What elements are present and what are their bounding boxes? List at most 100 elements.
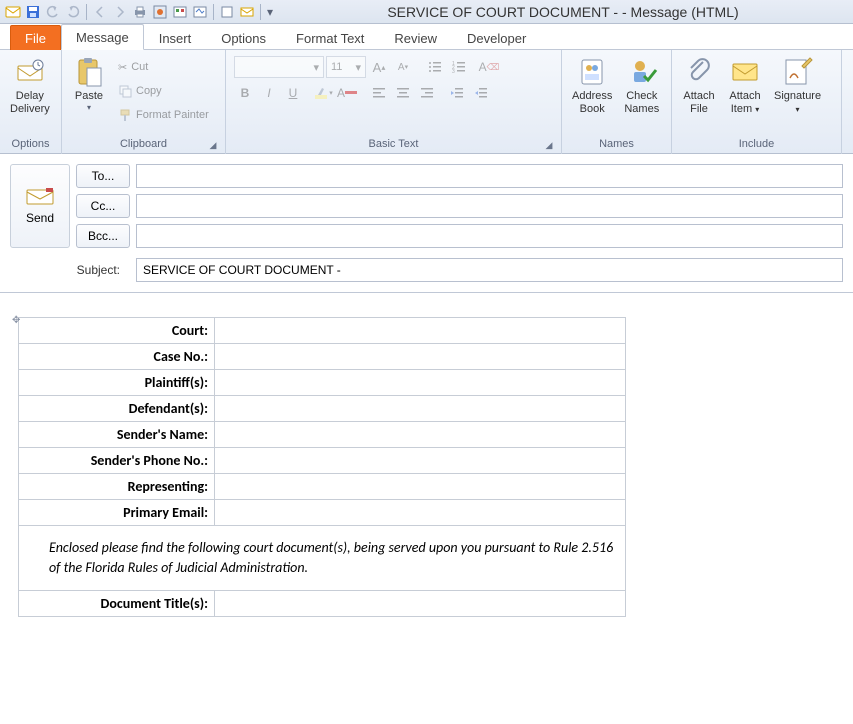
- row-value[interactable]: [215, 591, 626, 617]
- font-name-combo[interactable]: ▾: [234, 56, 324, 78]
- attach-file-icon: [683, 56, 715, 88]
- row-label[interactable]: Plaintiff(s):: [19, 370, 215, 396]
- group-label-options: Options: [6, 136, 55, 152]
- tab-review[interactable]: Review: [379, 25, 452, 50]
- shrink-font-icon[interactable]: A▾: [392, 56, 414, 78]
- subject-field[interactable]: [136, 258, 843, 282]
- row-value[interactable]: [215, 318, 626, 344]
- address-book-icon: [576, 56, 608, 88]
- attach-file-button[interactable]: Attach File: [678, 54, 720, 118]
- bcc-field[interactable]: [136, 224, 843, 248]
- qat-icon-e[interactable]: [238, 3, 256, 21]
- align-left-icon[interactable]: [368, 82, 390, 104]
- delay-delivery-label: Delay Delivery: [10, 90, 50, 116]
- signature-label: Signature▾: [774, 90, 821, 116]
- increase-indent-icon[interactable]: [470, 82, 492, 104]
- grow-font-icon[interactable]: A▴: [368, 56, 390, 78]
- row-label[interactable]: Case No.:: [19, 344, 215, 370]
- qat-icon-b[interactable]: [171, 3, 189, 21]
- tab-format-text[interactable]: Format Text: [281, 25, 379, 50]
- row-value[interactable]: [215, 448, 626, 474]
- decrease-indent-icon[interactable]: [446, 82, 468, 104]
- svg-text:3: 3: [452, 69, 455, 75]
- table-row: Case No.:: [19, 344, 626, 370]
- tab-developer[interactable]: Developer: [452, 25, 541, 50]
- row-label[interactable]: Sender's Phone No.:: [19, 448, 215, 474]
- previous-icon[interactable]: [91, 3, 109, 21]
- document-table[interactable]: Court: Case No.: Plaintiff(s): Defendant…: [18, 317, 626, 617]
- message-body[interactable]: ✥ Court: Case No.: Plaintiff(s): Defenda…: [0, 292, 853, 652]
- row-label[interactable]: Court:: [19, 318, 215, 344]
- cut-icon: ✂: [118, 61, 127, 74]
- align-right-icon[interactable]: [416, 82, 438, 104]
- tab-insert[interactable]: Insert: [144, 25, 207, 50]
- format-painter-icon: [118, 108, 132, 122]
- check-names-button[interactable]: Check Names: [620, 54, 663, 118]
- basic-text-launcher-icon[interactable]: ◢: [543, 140, 555, 152]
- table-row: Sender's Phone No.:: [19, 448, 626, 474]
- save-icon[interactable]: [24, 3, 42, 21]
- cc-button[interactable]: Cc...: [76, 194, 130, 218]
- underline-icon[interactable]: U: [282, 82, 304, 104]
- row-label[interactable]: Sender's Name:: [19, 422, 215, 448]
- row-value[interactable]: [215, 422, 626, 448]
- separator: [260, 4, 261, 20]
- print-icon[interactable]: [131, 3, 149, 21]
- paste-button[interactable]: Paste ▾: [68, 54, 110, 114]
- delay-delivery-button[interactable]: Delay Delivery: [6, 54, 54, 118]
- to-button[interactable]: To...: [76, 164, 130, 188]
- attach-item-icon: [729, 56, 761, 88]
- row-value[interactable]: [215, 344, 626, 370]
- row-label[interactable]: Representing:: [19, 474, 215, 500]
- row-value[interactable]: [215, 474, 626, 500]
- clear-formatting-icon[interactable]: A⌫: [478, 56, 500, 78]
- bullets-icon[interactable]: [424, 56, 446, 78]
- attach-item-button[interactable]: Attach Item ▾: [724, 54, 766, 118]
- send-label: Send: [26, 211, 54, 225]
- customize-qat-icon[interactable]: ▾: [265, 3, 275, 21]
- signature-button[interactable]: Signature▾: [770, 54, 825, 118]
- tab-file[interactable]: File: [10, 25, 61, 50]
- font-color-icon[interactable]: A: [336, 82, 358, 104]
- group-label-include: Include: [678, 136, 835, 152]
- separator: [86, 4, 87, 20]
- copy-button[interactable]: Copy: [114, 80, 213, 102]
- cc-field[interactable]: [136, 194, 843, 218]
- signature-icon: [782, 56, 814, 88]
- qat-icon-a[interactable]: [151, 3, 169, 21]
- table-row: Representing:: [19, 474, 626, 500]
- check-names-label: Check Names: [624, 90, 659, 116]
- address-book-button[interactable]: Address Book: [568, 54, 616, 118]
- row-label[interactable]: Defendant(s):: [19, 396, 215, 422]
- row-label[interactable]: Primary Email:: [19, 500, 215, 526]
- row-label[interactable]: Document Title(s):: [19, 591, 215, 617]
- table-handle-icon[interactable]: ✥: [12, 315, 20, 326]
- table-row: Document Title(s):: [19, 591, 626, 617]
- row-value[interactable]: [215, 500, 626, 526]
- ribbon-tabs: File Message Insert Options Format Text …: [0, 24, 853, 50]
- highlight-icon[interactable]: ▾: [312, 82, 334, 104]
- numbering-icon[interactable]: 123: [448, 56, 470, 78]
- check-names-icon: [626, 56, 658, 88]
- cut-button[interactable]: ✂Cut: [114, 56, 213, 78]
- send-button[interactable]: Send: [10, 164, 70, 248]
- tab-message[interactable]: Message: [61, 24, 144, 50]
- message-paragraph[interactable]: Enclosed please find the following court…: [19, 526, 626, 591]
- qat-icon-c[interactable]: [191, 3, 209, 21]
- undo-icon[interactable]: [44, 3, 62, 21]
- bold-icon[interactable]: B: [234, 82, 256, 104]
- tab-options[interactable]: Options: [206, 25, 281, 50]
- format-painter-button[interactable]: Format Painter: [114, 104, 213, 126]
- to-field[interactable]: [136, 164, 843, 188]
- row-value[interactable]: [215, 370, 626, 396]
- clipboard-launcher-icon[interactable]: ◢: [207, 140, 219, 152]
- qat-icon-d[interactable]: [218, 3, 236, 21]
- align-center-icon[interactable]: [392, 82, 414, 104]
- bcc-button[interactable]: Bcc...: [76, 224, 130, 248]
- copy-icon: [118, 84, 132, 98]
- next-icon[interactable]: [111, 3, 129, 21]
- italic-icon[interactable]: I: [258, 82, 280, 104]
- redo-icon[interactable]: [64, 3, 82, 21]
- font-size-combo[interactable]: 11▾: [326, 56, 366, 78]
- row-value[interactable]: [215, 396, 626, 422]
